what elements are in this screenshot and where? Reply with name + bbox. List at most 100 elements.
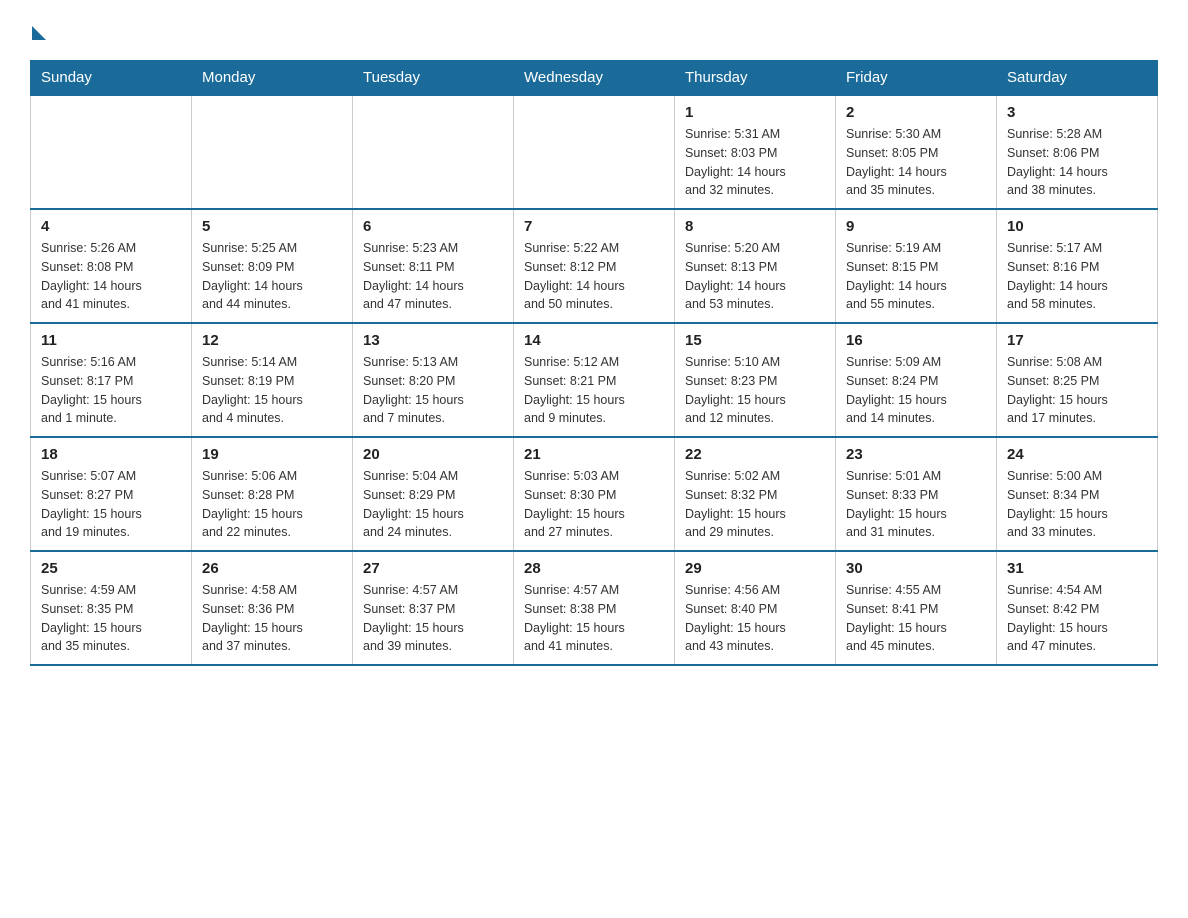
day-number: 8 [685,218,825,235]
day-info: Sunrise: 5:14 AM Sunset: 8:19 PM Dayligh… [202,353,342,428]
calendar-week-row: 4 Sunrise: 5:26 AM Sunset: 8:08 PM Daylig… [31,209,1158,323]
day-info: Sunrise: 4:58 AM Sunset: 8:36 PM Dayligh… [202,581,342,656]
day-info: Sunrise: 5:10 AM Sunset: 8:23 PM Dayligh… [685,353,825,428]
calendar-day-cell: 15 Sunrise: 5:10 AM Sunset: 8:23 PM Dayli… [675,323,836,437]
weekday-header-tuesday: Tuesday [353,61,514,96]
logo-arrow-icon [32,26,46,40]
day-number: 30 [846,560,986,577]
day-number: 26 [202,560,342,577]
day-number: 17 [1007,332,1147,349]
calendar-day-cell: 29 Sunrise: 4:56 AM Sunset: 8:40 PM Dayli… [675,551,836,665]
day-number: 27 [363,560,503,577]
day-number: 25 [41,560,181,577]
day-info: Sunrise: 4:57 AM Sunset: 8:38 PM Dayligh… [524,581,664,656]
calendar-week-row: 1 Sunrise: 5:31 AM Sunset: 8:03 PM Daylig… [31,95,1158,209]
calendar-day-cell: 31Sunrise: 4:54 AM Sunset: 8:42 PM Dayli… [997,551,1158,665]
calendar-day-cell: 7 Sunrise: 5:22 AM Sunset: 8:12 PM Daylig… [514,209,675,323]
day-number: 29 [685,560,825,577]
day-number: 21 [524,446,664,463]
day-number: 9 [846,218,986,235]
calendar-day-cell: 10Sunrise: 5:17 AM Sunset: 8:16 PM Dayli… [997,209,1158,323]
calendar-day-cell: 30 Sunrise: 4:55 AM Sunset: 8:41 PM Dayli… [836,551,997,665]
calendar-day-cell: 6 Sunrise: 5:23 AM Sunset: 8:11 PM Daylig… [353,209,514,323]
day-info: Sunrise: 5:08 AM Sunset: 8:25 PM Dayligh… [1007,353,1147,428]
weekday-header-thursday: Thursday [675,61,836,96]
calendar-day-cell [192,95,353,209]
calendar-day-cell: 5 Sunrise: 5:25 AM Sunset: 8:09 PM Daylig… [192,209,353,323]
calendar-day-cell: 8 Sunrise: 5:20 AM Sunset: 8:13 PM Daylig… [675,209,836,323]
day-number: 5 [202,218,342,235]
day-info: Sunrise: 4:54 AM Sunset: 8:42 PM Dayligh… [1007,581,1147,656]
page-header [30,20,1158,40]
weekday-header-row: SundayMondayTuesdayWednesdayThursdayFrid… [31,61,1158,96]
calendar-day-cell [353,95,514,209]
day-number: 1 [685,104,825,121]
day-number: 10 [1007,218,1147,235]
day-info: Sunrise: 5:06 AM Sunset: 8:28 PM Dayligh… [202,467,342,542]
day-info: Sunrise: 5:31 AM Sunset: 8:03 PM Dayligh… [685,125,825,200]
day-number: 7 [524,218,664,235]
day-number: 15 [685,332,825,349]
day-info: Sunrise: 5:12 AM Sunset: 8:21 PM Dayligh… [524,353,664,428]
day-info: Sunrise: 4:59 AM Sunset: 8:35 PM Dayligh… [41,581,181,656]
calendar-day-cell: 22Sunrise: 5:02 AM Sunset: 8:32 PM Dayli… [675,437,836,551]
weekday-header-saturday: Saturday [997,61,1158,96]
day-info: Sunrise: 5:03 AM Sunset: 8:30 PM Dayligh… [524,467,664,542]
calendar-week-row: 11 Sunrise: 5:16 AM Sunset: 8:17 PM Dayli… [31,323,1158,437]
day-info: Sunrise: 5:01 AM Sunset: 8:33 PM Dayligh… [846,467,986,542]
day-info: Sunrise: 5:00 AM Sunset: 8:34 PM Dayligh… [1007,467,1147,542]
calendar-day-cell [31,95,192,209]
day-info: Sunrise: 5:28 AM Sunset: 8:06 PM Dayligh… [1007,125,1147,200]
day-number: 12 [202,332,342,349]
calendar-day-cell: 23Sunrise: 5:01 AM Sunset: 8:33 PM Dayli… [836,437,997,551]
day-number: 6 [363,218,503,235]
day-info: Sunrise: 5:23 AM Sunset: 8:11 PM Dayligh… [363,239,503,314]
day-info: Sunrise: 5:19 AM Sunset: 8:15 PM Dayligh… [846,239,986,314]
calendar-day-cell: 13Sunrise: 5:13 AM Sunset: 8:20 PM Dayli… [353,323,514,437]
day-info: Sunrise: 5:22 AM Sunset: 8:12 PM Dayligh… [524,239,664,314]
day-number: 18 [41,446,181,463]
calendar-day-cell: 18 Sunrise: 5:07 AM Sunset: 8:27 PM Dayli… [31,437,192,551]
logo [30,20,50,40]
calendar-day-cell: 11 Sunrise: 5:16 AM Sunset: 8:17 PM Dayli… [31,323,192,437]
calendar-day-cell: 12 Sunrise: 5:14 AM Sunset: 8:19 PM Dayli… [192,323,353,437]
day-info: Sunrise: 5:16 AM Sunset: 8:17 PM Dayligh… [41,353,181,428]
calendar-day-cell: 3 Sunrise: 5:28 AM Sunset: 8:06 PM Daylig… [997,95,1158,209]
calendar-day-cell: 2 Sunrise: 5:30 AM Sunset: 8:05 PM Daylig… [836,95,997,209]
calendar-day-cell: 16Sunrise: 5:09 AM Sunset: 8:24 PM Dayli… [836,323,997,437]
day-number: 11 [41,332,181,349]
day-number: 24 [1007,446,1147,463]
calendar-day-cell: 24 Sunrise: 5:00 AM Sunset: 8:34 PM Dayli… [997,437,1158,551]
day-info: Sunrise: 5:13 AM Sunset: 8:20 PM Dayligh… [363,353,503,428]
weekday-header-monday: Monday [192,61,353,96]
weekday-header-sunday: Sunday [31,61,192,96]
calendar-day-cell: 4 Sunrise: 5:26 AM Sunset: 8:08 PM Daylig… [31,209,192,323]
day-info: Sunrise: 5:30 AM Sunset: 8:05 PM Dayligh… [846,125,986,200]
calendar-day-cell: 20Sunrise: 5:04 AM Sunset: 8:29 PM Dayli… [353,437,514,551]
calendar-day-cell: 14Sunrise: 5:12 AM Sunset: 8:21 PM Dayli… [514,323,675,437]
day-info: Sunrise: 4:57 AM Sunset: 8:37 PM Dayligh… [363,581,503,656]
day-number: 4 [41,218,181,235]
day-info: Sunrise: 5:07 AM Sunset: 8:27 PM Dayligh… [41,467,181,542]
day-info: Sunrise: 4:55 AM Sunset: 8:41 PM Dayligh… [846,581,986,656]
calendar-day-cell: 19Sunrise: 5:06 AM Sunset: 8:28 PM Dayli… [192,437,353,551]
day-number: 28 [524,560,664,577]
calendar-table: SundayMondayTuesdayWednesdayThursdayFrid… [30,60,1158,666]
day-info: Sunrise: 5:20 AM Sunset: 8:13 PM Dayligh… [685,239,825,314]
calendar-day-cell: 26 Sunrise: 4:58 AM Sunset: 8:36 PM Dayli… [192,551,353,665]
calendar-day-cell: 25 Sunrise: 4:59 AM Sunset: 8:35 PM Dayli… [31,551,192,665]
calendar-day-cell: 17 Sunrise: 5:08 AM Sunset: 8:25 PM Dayli… [997,323,1158,437]
calendar-day-cell: 9 Sunrise: 5:19 AM Sunset: 8:15 PM Daylig… [836,209,997,323]
calendar-day-cell: 21 Sunrise: 5:03 AM Sunset: 8:30 PM Dayli… [514,437,675,551]
calendar-day-cell: 28 Sunrise: 4:57 AM Sunset: 8:38 PM Dayli… [514,551,675,665]
day-number: 22 [685,446,825,463]
day-info: Sunrise: 5:25 AM Sunset: 8:09 PM Dayligh… [202,239,342,314]
day-number: 3 [1007,104,1147,121]
day-info: Sunrise: 5:26 AM Sunset: 8:08 PM Dayligh… [41,239,181,314]
weekday-header-friday: Friday [836,61,997,96]
day-info: Sunrise: 4:56 AM Sunset: 8:40 PM Dayligh… [685,581,825,656]
day-number: 2 [846,104,986,121]
calendar-week-row: 25 Sunrise: 4:59 AM Sunset: 8:35 PM Dayli… [31,551,1158,665]
calendar-week-row: 18 Sunrise: 5:07 AM Sunset: 8:27 PM Dayli… [31,437,1158,551]
day-info: Sunrise: 5:09 AM Sunset: 8:24 PM Dayligh… [846,353,986,428]
